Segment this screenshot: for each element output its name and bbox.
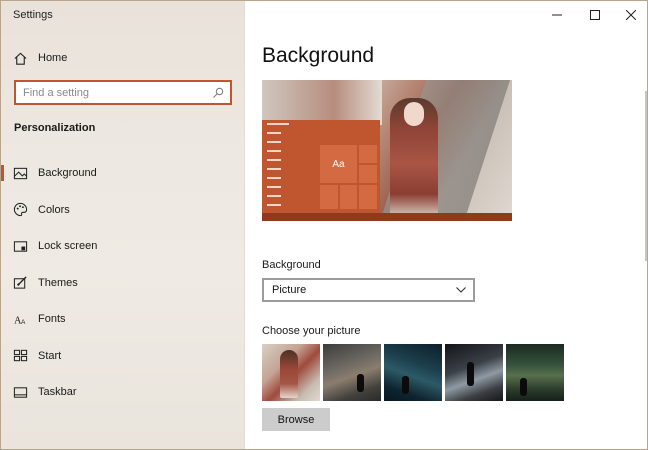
close-button[interactable] (613, 1, 647, 29)
fonts-icon: AA (12, 311, 28, 327)
sidebar-item-label: Colors (38, 203, 70, 216)
scrollbar[interactable] (645, 91, 647, 261)
sidebar-item-taskbar[interactable]: Taskbar (1, 374, 245, 411)
sidebar: Settings Home Personalization Background (1, 1, 245, 449)
preview-tile (359, 145, 377, 163)
preview-taskbar (262, 213, 512, 221)
picture-thumbnail[interactable] (262, 344, 320, 401)
sidebar-item-label: Themes (38, 276, 78, 289)
sidebar-item-label: Lock screen (38, 240, 98, 253)
palette-icon (12, 202, 28, 218)
sidebar-item-label: Fonts (38, 313, 66, 326)
maximize-button[interactable] (577, 1, 613, 29)
sidebar-item-start[interactable]: Start (1, 338, 245, 375)
chevron-down-icon (456, 287, 466, 293)
preview-tile (320, 185, 338, 209)
preview-start-menu: Aa (262, 120, 380, 213)
page-title: Background (262, 44, 375, 67)
choose-picture-label: Choose your picture (262, 325, 361, 337)
preview-tile (359, 165, 377, 183)
background-dropdown-value: Picture (272, 284, 307, 296)
home-label: Home (38, 52, 68, 64)
sidebar-item-background[interactable]: Background (1, 155, 245, 192)
sidebar-item-label: Start (38, 349, 62, 362)
sidebar-item-themes[interactable]: Themes (1, 265, 245, 302)
maximize-icon (590, 10, 600, 20)
start-icon (12, 348, 28, 364)
search-input[interactable] (16, 86, 206, 99)
picture-thumbnail[interactable] (445, 344, 503, 401)
nav-list: Background Colors Lock screen Themes A A… (1, 155, 245, 411)
preview-menu-lines (267, 123, 321, 211)
minimize-button[interactable] (539, 1, 575, 29)
preview-tile (340, 185, 357, 209)
sidebar-item-lock-screen[interactable]: Lock screen (1, 228, 245, 265)
sidebar-item-colors[interactable]: Colors (1, 192, 245, 229)
picture-icon (12, 165, 28, 181)
home-nav-item[interactable]: Home (1, 43, 245, 73)
search-box[interactable] (14, 80, 232, 105)
picture-thumbnail[interactable] (384, 344, 442, 401)
preview-person-face (404, 102, 424, 126)
svg-text:A: A (20, 319, 25, 326)
preview-tile (359, 185, 377, 209)
picture-thumbnail[interactable] (506, 344, 564, 401)
lock-screen-icon (12, 238, 28, 254)
app-title: Settings (13, 9, 53, 21)
home-icon (12, 50, 28, 66)
background-dropdown[interactable]: Picture (262, 278, 475, 302)
settings-window: Settings Home Personalization Background (0, 0, 648, 450)
background-label: Background (262, 259, 321, 271)
preview-photo-area (262, 80, 382, 125)
brush-icon (12, 275, 28, 291)
minimize-icon (552, 14, 562, 16)
taskbar-icon (12, 384, 28, 400)
preview-sample-tile: Aa (320, 145, 357, 183)
picture-thumbnails (262, 344, 567, 401)
sidebar-item-label: Taskbar (38, 386, 77, 399)
search-icon[interactable] (212, 87, 224, 99)
preview-tiles: Aa (320, 145, 377, 211)
background-preview: Aa (262, 80, 512, 221)
browse-button[interactable]: Browse (262, 408, 330, 431)
picture-thumbnail[interactable] (323, 344, 381, 401)
section-title: Personalization (14, 122, 96, 134)
sidebar-item-fonts[interactable]: AA Fonts (1, 301, 245, 338)
sidebar-item-label: Background (38, 167, 97, 180)
main-content: Background Aa Background Picture Choose … (245, 1, 647, 449)
close-icon (626, 10, 636, 20)
